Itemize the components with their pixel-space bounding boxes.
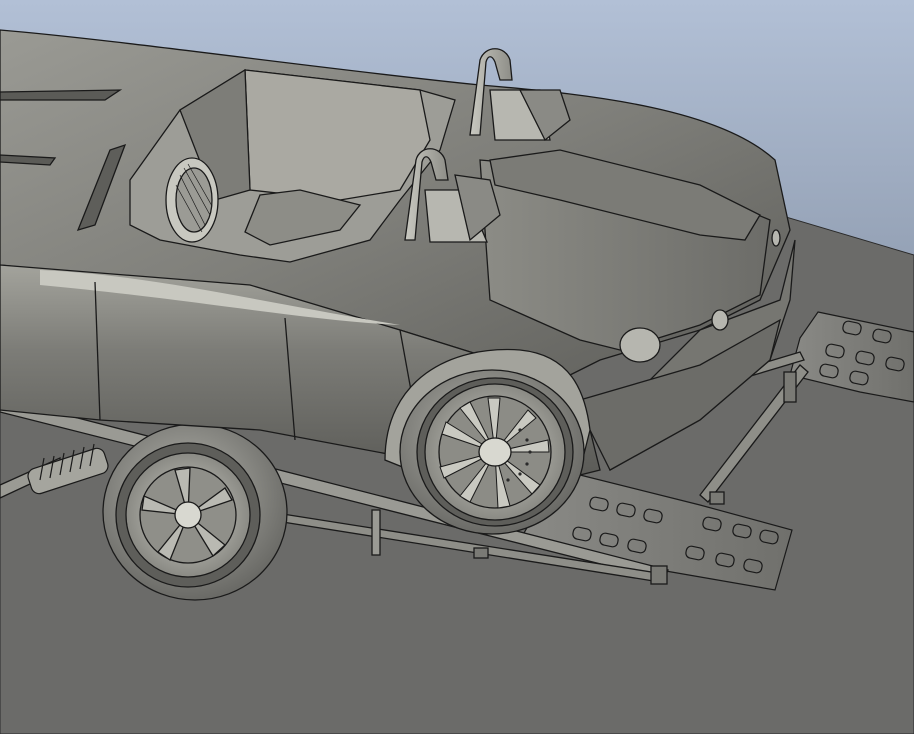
- trailer-wheel: [102, 423, 288, 601]
- headlight-left: [619, 327, 661, 363]
- car-front-wheel: [399, 369, 585, 535]
- cad-3d-viewport[interactable]: [0, 0, 914, 734]
- headlight-right: [711, 309, 729, 331]
- model-render[interactable]: [0, 0, 914, 734]
